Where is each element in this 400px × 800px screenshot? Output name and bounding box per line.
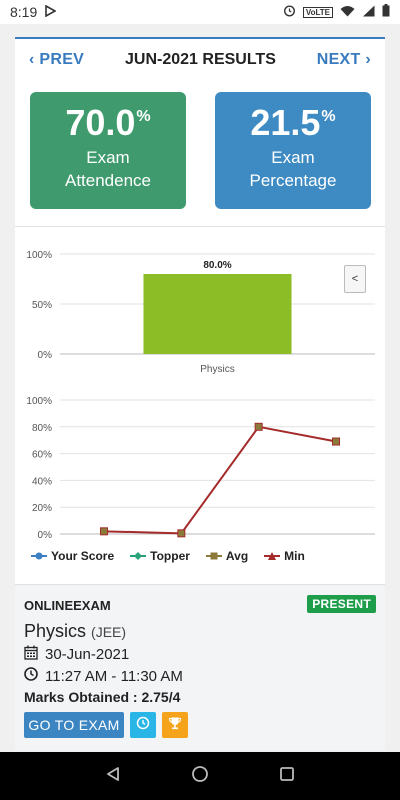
series-point — [332, 437, 340, 446]
series-point — [177, 529, 186, 538]
chart-legend: Your Score Topper Avg Min — [31, 549, 305, 563]
series-point — [100, 527, 108, 536]
go-to-exam-button[interactable]: GO TO EXAM — [24, 712, 124, 738]
wifi-icon — [340, 5, 355, 20]
line-y-tick-label: 80% — [32, 423, 52, 434]
bar-y-tick-label: 100% — [26, 250, 52, 261]
exam-time-row: 11:27 AM - 11:30 AM — [24, 667, 183, 685]
back-icon[interactable] — [105, 766, 121, 787]
legend-label: Min — [284, 549, 305, 563]
trophy-icon — [168, 716, 182, 735]
legend-marker-icon — [205, 552, 222, 560]
bar-y-tick-label: 0% — [38, 350, 53, 361]
exam-date-row: 30-Jun-2021 — [24, 645, 129, 664]
bar-data-label: 80.0% — [203, 260, 231, 271]
legend-marker-icon — [264, 552, 281, 560]
bar-x-tick-label: Physics — [200, 364, 234, 375]
legend-marker-icon — [31, 552, 47, 560]
legend-item-min[interactable]: Min — [264, 549, 305, 563]
recents-icon[interactable] — [279, 766, 295, 787]
exam-subject-row: Physics (JEE) — [24, 621, 126, 642]
status-bar: 8:19 VoLTE — [0, 0, 400, 24]
home-icon[interactable] — [191, 765, 209, 788]
bar — [143, 274, 292, 354]
timing-button[interactable] — [130, 712, 156, 738]
line-y-tick-label: 20% — [32, 503, 52, 514]
exam-detail: ONLINEEXAM PRESENT Physics (JEE) 30-Jun-… — [15, 584, 385, 750]
legend-label: Your Score — [51, 549, 115, 563]
legend-item-avg[interactable]: Avg — [205, 549, 249, 563]
volte-badge: VoLTE — [302, 6, 333, 18]
exam-subject-tag: (JEE) — [91, 624, 127, 640]
marks-obtained: Marks Obtained : 2.75/4 — [24, 689, 181, 705]
legend-item-topper[interactable]: Topper — [130, 549, 190, 563]
collapse-chart-button[interactable]: < — [344, 265, 366, 293]
alarm-icon — [283, 4, 296, 20]
line-y-tick-label: 0% — [38, 530, 53, 541]
exam-subject: Physics — [24, 621, 87, 641]
line-chart: 0% 20% 40% 60% 80% 100% — [26, 396, 375, 541]
bar-y-tick-label: 50% — [32, 300, 52, 311]
exam-type: ONLINEEXAM — [24, 598, 111, 613]
results-card: ‹ PREV JUN-2021 RESULTS NEXT › 70.0% Exa… — [15, 37, 385, 750]
signal-icon — [362, 5, 375, 20]
line-y-tick-label: 100% — [26, 396, 52, 407]
status-badge: PRESENT — [307, 595, 376, 613]
legend-item-your-score[interactable]: Your Score — [31, 549, 114, 563]
line-y-tick-label: 60% — [32, 450, 52, 461]
status-time: 8:19 — [10, 4, 38, 20]
clock-icon — [24, 667, 38, 685]
battery-icon — [382, 4, 390, 20]
bar-chart: 0% 50% 100% 80.0% Physics — [26, 250, 375, 375]
play-store-icon — [45, 4, 57, 20]
legend-marker-icon — [130, 552, 147, 560]
legend-label: Avg — [225, 549, 249, 563]
exam-date: 30-Jun-2021 — [45, 646, 130, 663]
system-nav-bar — [0, 752, 400, 800]
calendar-icon — [24, 645, 38, 664]
charts-canvas: 0% 50% 100% 80.0% Physics 0% 20% 40% 60% 80% 100% — [26, 250, 375, 541]
line-y-tick-label: 40% — [32, 476, 52, 487]
leaderboard-button[interactable] — [162, 712, 188, 738]
exam-time: 11:27 AM - 11:30 AM — [45, 667, 183, 685]
legend-label: Topper — [150, 549, 190, 563]
series-point — [254, 422, 263, 431]
clock-icon — [136, 716, 150, 735]
